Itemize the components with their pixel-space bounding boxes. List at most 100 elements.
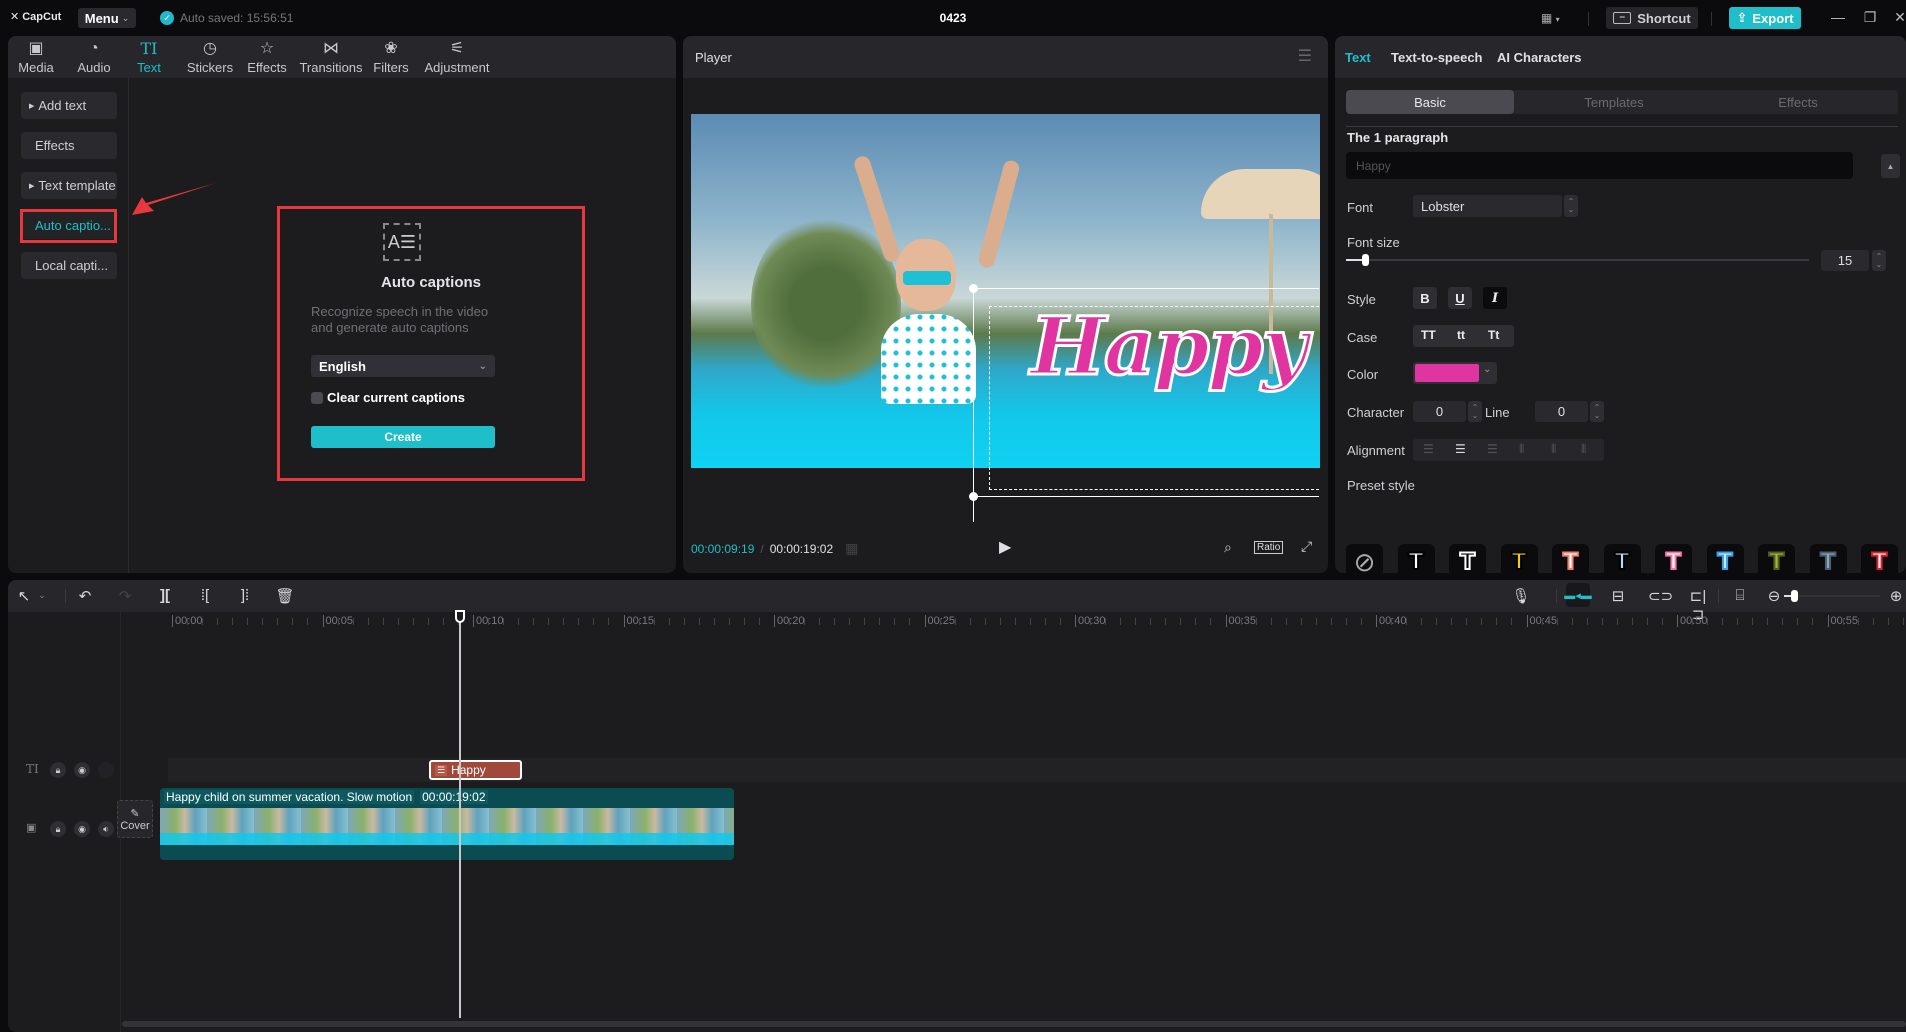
tab-transitions[interactable]: ⋈ Transitions bbox=[298, 40, 364, 75]
preset-style-light-blue-outline[interactable]: T bbox=[1706, 544, 1744, 573]
font-size-slider-track[interactable] bbox=[1346, 259, 1809, 261]
main-track-magnet-icon[interactable]: ▬◂▬ bbox=[1564, 583, 1592, 607]
case-upper-button[interactable]: TT bbox=[1421, 328, 1436, 342]
auto-snap-icon[interactable]: ⊟ bbox=[1608, 587, 1628, 605]
align-left-icon[interactable]: ☰ bbox=[1423, 442, 1434, 456]
bold-button[interactable]: B bbox=[1413, 287, 1437, 309]
tab-ai-characters[interactable]: AI Characters bbox=[1497, 50, 1582, 65]
align-center-icon[interactable]: ☰ bbox=[1455, 442, 1466, 456]
collapse-up-icon[interactable]: ▲ bbox=[1881, 154, 1900, 178]
eye-icon[interactable]: ◉ bbox=[74, 821, 90, 837]
delete-icon[interactable]: 🗑︎ bbox=[275, 587, 295, 605]
menu-button[interactable]: Menu ⌄ bbox=[78, 8, 136, 28]
text-bounding-box[interactable] bbox=[989, 306, 1319, 490]
character-spinner-icon[interactable]: ⌃ ⌄ bbox=[1468, 401, 1482, 422]
sidebar-item-text-template[interactable]: ▶ Text template bbox=[21, 172, 117, 199]
zoom-out-icon[interactable]: ⊖ bbox=[1764, 587, 1784, 605]
redo-icon[interactable]: ↷ bbox=[115, 587, 135, 605]
tab-adjustment[interactable]: ⚟ Adjustment bbox=[422, 40, 492, 75]
create-button[interactable]: Create bbox=[311, 426, 495, 448]
clear-captions-checkbox[interactable]: Clear current captions bbox=[311, 390, 465, 405]
tab-text[interactable]: TI Text bbox=[132, 40, 166, 76]
volume-icon[interactable]: 🔉︎ bbox=[98, 821, 114, 837]
preset-style-white[interactable]: T bbox=[1397, 544, 1435, 573]
undo-icon[interactable]: ↶ bbox=[75, 587, 95, 605]
preset-style-none[interactable]: ⊘ bbox=[1346, 544, 1383, 573]
eye-icon[interactable]: ◉ bbox=[74, 762, 90, 778]
close-icon[interactable]: ✕ bbox=[1890, 9, 1906, 26]
sidebar-item-effects[interactable]: Effects bbox=[21, 132, 117, 159]
tab-media[interactable]: ▣ Media bbox=[16, 40, 56, 75]
playhead-handle[interactable] bbox=[455, 610, 465, 623]
color-picker[interactable]: ⌄ bbox=[1413, 362, 1497, 384]
sidebar-item-local-captions[interactable]: Local capti... bbox=[21, 252, 117, 279]
tab-effects[interactable]: ☆ Effects bbox=[244, 40, 290, 75]
subtab-basic[interactable]: Basic bbox=[1346, 90, 1514, 114]
zoom-fit-icon[interactable]: ⌕ bbox=[1224, 539, 1232, 556]
underline-button[interactable]: U bbox=[1448, 287, 1472, 309]
preset-style-white-red[interactable]: T bbox=[1861, 544, 1898, 573]
preset-style-light-blue[interactable]: T bbox=[1603, 544, 1641, 573]
font-size-input[interactable]: 15 bbox=[1821, 250, 1869, 271]
line-spinner-icon[interactable]: ⌃ ⌄ bbox=[1590, 401, 1604, 422]
lock-icon[interactable]: 🔒︎ bbox=[50, 821, 66, 837]
cover-button[interactable]: ✎ Cover bbox=[117, 800, 153, 838]
color-swatch[interactable] bbox=[1415, 364, 1479, 382]
export-button[interactable]: ⇪ Export bbox=[1729, 7, 1801, 29]
subtab-templates[interactable]: Templates bbox=[1530, 90, 1698, 114]
zoom-to-fit-icon[interactable]: ⌸ bbox=[1730, 587, 1750, 604]
play-icon[interactable]: ▶ bbox=[999, 537, 1011, 557]
checkbox[interactable] bbox=[311, 391, 323, 404]
font-select[interactable]: Lobster bbox=[1413, 195, 1562, 217]
rotate-handle[interactable] bbox=[969, 284, 978, 293]
case-title-button[interactable]: Tt bbox=[1488, 328, 1499, 342]
text-clip[interactable]: ☰ Happy bbox=[429, 760, 522, 780]
italic-button[interactable]: I bbox=[1483, 287, 1507, 309]
grid-icon[interactable]: ▦ bbox=[845, 540, 858, 557]
align-vertical-center-icon[interactable]: ⦀ bbox=[1551, 442, 1556, 457]
split-icon[interactable]: ][ bbox=[155, 587, 175, 604]
preset-style-outline-white[interactable]: T bbox=[1449, 544, 1486, 573]
restore-icon[interactable]: ❐ bbox=[1860, 9, 1880, 26]
chevron-down-icon[interactable]: ⌄ bbox=[32, 590, 52, 601]
fullscreen-icon[interactable]: ⤢ bbox=[1301, 538, 1312, 555]
font-size-spinner-icon[interactable]: ⌃ ⌄ bbox=[1872, 250, 1886, 271]
trim-right-icon[interactable]: ]⁞ bbox=[235, 587, 255, 604]
menu-lines-icon[interactable]: ☰ bbox=[1298, 46, 1312, 66]
tab-text-to-speech[interactable]: Text-to-speech bbox=[1391, 50, 1483, 65]
sidebar-item-add-text[interactable]: ▶ Add text bbox=[21, 92, 117, 119]
horizontal-scrollbar[interactable] bbox=[122, 1021, 1906, 1027]
minimize-icon[interactable]: — bbox=[1828, 9, 1848, 25]
preset-style-white-coral[interactable]: T bbox=[1552, 544, 1589, 573]
timeline-zoom-slider[interactable] bbox=[1784, 595, 1880, 597]
resize-handle[interactable] bbox=[969, 492, 978, 501]
preset-style-yellow[interactable]: T bbox=[1500, 544, 1538, 573]
shortcut-button[interactable]: ═ Shortcut bbox=[1606, 7, 1698, 29]
select-cursor-icon[interactable]: ↖ bbox=[14, 587, 34, 605]
language-select[interactable]: English ⌄ bbox=[311, 355, 495, 377]
preset-style-white-pink[interactable]: T bbox=[1655, 544, 1692, 573]
layout-icon[interactable]: ▦ ▾ bbox=[1541, 11, 1560, 25]
align-right-icon[interactable]: ☰ bbox=[1487, 442, 1498, 456]
paragraph-text-input[interactable]: Happy bbox=[1346, 152, 1853, 179]
align-vertical-bottom-icon[interactable]: ⦀ bbox=[1581, 442, 1586, 457]
character-spacing-input[interactable]: 0 bbox=[1413, 401, 1466, 422]
zoom-in-icon[interactable]: ⊕ bbox=[1886, 587, 1906, 605]
video-clip[interactable]: Happy child on summer vacation. Slow mot… bbox=[160, 788, 734, 860]
link-icon[interactable]: ⊂⊃ bbox=[1648, 587, 1673, 605]
font-spinner-icon[interactable]: ⌃ ⌄ bbox=[1564, 195, 1578, 217]
tab-text[interactable]: Text bbox=[1345, 50, 1371, 65]
microphone-icon[interactable]: 🎙︎ bbox=[1511, 587, 1531, 605]
line-spacing-input[interactable]: 0 bbox=[1535, 401, 1588, 422]
trim-left-icon[interactable]: ⁞[ bbox=[195, 587, 215, 604]
case-lower-button[interactable]: tt bbox=[1457, 328, 1465, 342]
tab-audio[interactable]: ◔ Audio bbox=[74, 40, 114, 75]
preset-style-olive[interactable]: T bbox=[1758, 544, 1795, 573]
tab-stickers[interactable]: ◷ Stickers bbox=[184, 40, 236, 75]
timeline-zoom-thumb[interactable] bbox=[1790, 590, 1798, 602]
font-size-slider-thumb[interactable] bbox=[1361, 254, 1369, 266]
ratio-button[interactable]: Ratio bbox=[1254, 541, 1284, 554]
align-vertical-top-icon[interactable]: ⦀ bbox=[1519, 442, 1524, 457]
subtab-effects[interactable]: Effects bbox=[1714, 90, 1882, 114]
tab-filters[interactable]: ❀ Filters bbox=[371, 40, 411, 75]
